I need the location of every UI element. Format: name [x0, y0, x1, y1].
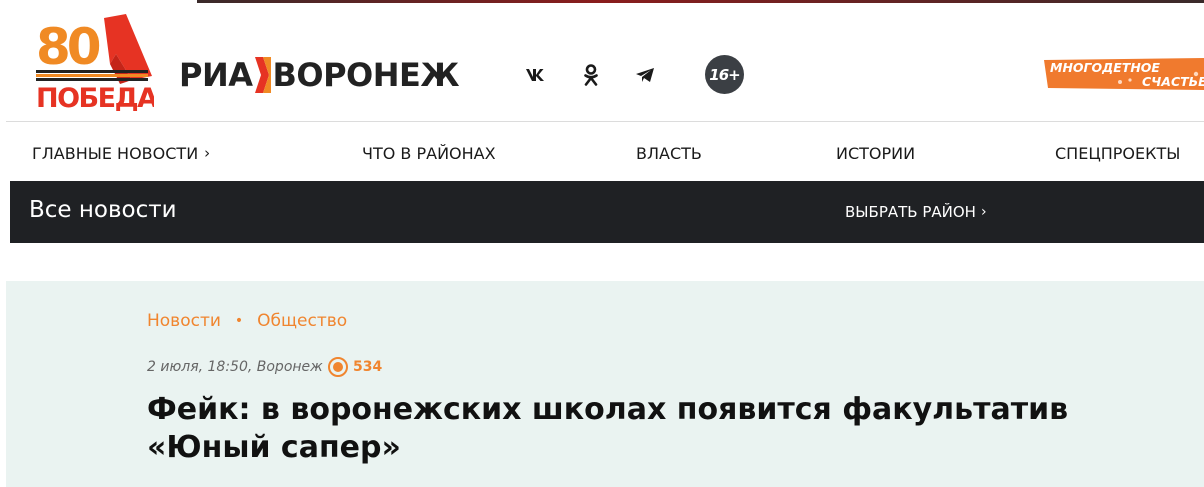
telegram-icon[interactable] [632, 62, 658, 88]
nav-districts-label: ЧТО В РАЙОНАХ [362, 143, 496, 163]
brand-flag-icon [254, 57, 271, 93]
vk-icon[interactable] [523, 62, 549, 88]
eye-icon [328, 357, 348, 377]
headline-line-1: Фейк: в воронежских школах появится факу… [147, 392, 1069, 427]
svg-text:ПОБЕДА!: ПОБЕДА! [36, 83, 154, 112]
nav-power-label: ВЛАСТЬ [636, 143, 702, 163]
breadcrumb-separator: • [234, 313, 244, 329]
breadcrumb: Новости • Общество [147, 311, 347, 331]
views-count: 534 [353, 359, 383, 375]
headline-line-2: «Юный сапер» [147, 430, 401, 465]
nav-main-news[interactable]: ГЛАВНЫЕ НОВОСТИ › [32, 141, 210, 165]
mnogodetnoe-schastye-banner[interactable]: МНОГОДЕТНОЕ СЧАСТЬЕ [1044, 58, 1204, 90]
breadcrumb-news[interactable]: Новости [147, 311, 221, 331]
nav-districts[interactable]: ЧТО В РАЙОНАХ [362, 141, 496, 165]
brand-right: ВОРОНЕЖ [272, 56, 460, 94]
chevron-right-icon: › [204, 144, 211, 162]
nav-stories-label: ИСТОРИИ [836, 143, 916, 163]
choose-region-button[interactable]: ВЫБРАТЬ РАЙОН › [845, 203, 987, 221]
svg-text:МНОГОДЕТНОЕ: МНОГОДЕТНОЕ [1050, 60, 1160, 75]
views-counter: 534 [328, 357, 382, 377]
breadcrumb-society[interactable]: Общество [257, 311, 347, 331]
nav-main-news-label: ГЛАВНЫЕ НОВОСТИ [32, 143, 199, 163]
article-meta: 2 июля, 18:50, Воронеж [147, 359, 323, 375]
svg-text:80: 80 [36, 18, 100, 76]
article-header: Новости • Общество 2 июля, 18:50, Вороне… [6, 281, 1204, 487]
site-header: 80 ПОБЕДА! РИА ВОРОНЕЖ 16+ МНО [0, 0, 1204, 121]
odnoklassniki-icon[interactable] [578, 62, 604, 88]
svg-text:СЧАСТЬЕ: СЧАСТЬЕ [1142, 74, 1204, 89]
victory-80-logo[interactable]: 80 ПОБЕДА! [34, 14, 154, 112]
nav-power[interactable]: ВЛАСТЬ [636, 141, 702, 165]
brand-left: РИА [179, 56, 253, 94]
chevron-right-icon: › [980, 204, 987, 220]
choose-region-label: ВЫБРАТЬ РАЙОН [845, 203, 976, 221]
nav-stories[interactable]: ИСТОРИИ [836, 141, 915, 165]
nav-special-projects-label: СПЕЦПРОЕКТЫ [1055, 143, 1181, 163]
age-rating-badge: 16+ [705, 55, 744, 94]
all-news-bar: Все новости ВЫБРАТЬ РАЙОН › [10, 181, 1204, 243]
article-headline: Фейк: в воронежских школах появится факу… [147, 391, 1147, 467]
header-divider [6, 121, 1204, 122]
nav-special-projects[interactable]: СПЕЦПРОЕКТЫ [1055, 141, 1180, 165]
all-news-title[interactable]: Все новости [29, 197, 177, 223]
site-logo[interactable]: РИА ВОРОНЕЖ [179, 55, 460, 95]
